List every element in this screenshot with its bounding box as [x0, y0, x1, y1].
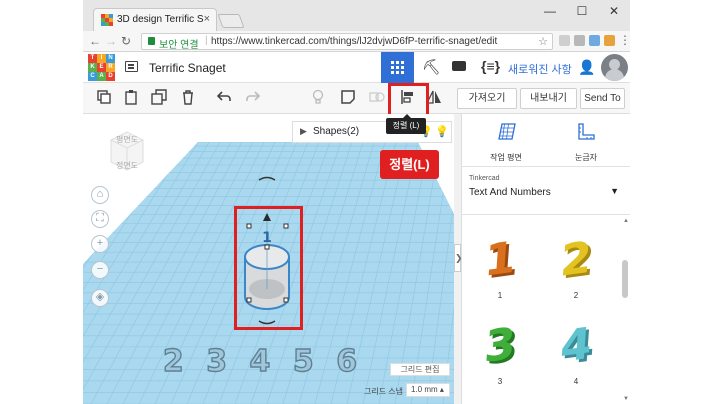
workplane-icon[interactable] [495, 121, 517, 143]
library-scrollbar[interactable] [621, 215, 629, 404]
secure-connection-label: 보안 연결 [159, 40, 199, 51]
omnibox[interactable]: 보안 연결 | https://www.tinkercad.com/things… [141, 33, 553, 51]
extension-icon[interactable] [604, 35, 615, 46]
extension-icon[interactable] [574, 35, 585, 46]
category-source-label: Tinkercad [469, 175, 500, 182]
shape-item-label: 2 [573, 291, 579, 300]
shape-item-label: 4 [573, 377, 579, 386]
shape-item-4[interactable]: 4 4 [546, 318, 606, 388]
back-arrow-icon[interactable]: ← [89, 34, 101, 48]
snap-grid-select[interactable]: 1.0 mm ▴ [406, 383, 450, 397]
extension-icon[interactable] [559, 35, 570, 46]
snap-grid-label: 그리드 스냅 [364, 387, 404, 396]
project-title[interactable]: Terrific Snaget [149, 61, 226, 75]
scroll-down-icon[interactable]: ▼ [623, 396, 629, 402]
workplane-label: 작업 평면 [490, 153, 522, 162]
viewcube-top-label: 평면도 [115, 135, 139, 144]
number-three-shape-icon: 3 [482, 318, 518, 373]
home-view-icon[interactable]: ⌂ [91, 186, 109, 204]
number-four-shape-icon: 4 [558, 318, 594, 373]
export-button[interactable]: 내보내기 [520, 88, 577, 109]
shape-item-label: 3 [497, 377, 503, 386]
bookmark-star-icon[interactable]: ☆ [538, 35, 548, 48]
category-name: Text And Numbers [469, 187, 551, 198]
close-window-button[interactable]: ✕ [608, 4, 620, 18]
3d-view-grid-icon[interactable] [381, 52, 414, 83]
show-bulb-icon[interactable]: 💡 [435, 125, 449, 138]
shape-item-1[interactable]: 1 1 [470, 232, 530, 302]
import-button[interactable]: 가져오기 [457, 88, 517, 109]
number-one-shape-icon: 1 [482, 232, 518, 287]
view-cube[interactable]: 평면도 정면도 [107, 128, 147, 172]
shape-item-3[interactable]: 3 3 [470, 318, 530, 388]
workplane-ruler-row: 작업 평면 눈금자 [462, 114, 630, 167]
forward-arrow-icon[interactable]: → [105, 34, 117, 48]
browser-titlebar: 3D design Terrific Snaget × — ☐ ✕ [83, 0, 630, 31]
app-header: T I N K E R C A D Terrific Snaget ⛏ {≡} … [83, 52, 630, 83]
new-tab-button[interactable] [217, 14, 245, 28]
ruler-label: 눈금자 [574, 153, 598, 162]
svg-text:2 3 4 5 6: 2 3 4 5 6 [163, 344, 363, 379]
shapes-panel[interactable]: ▶ Shapes(2) 💡 💡 [292, 121, 452, 143]
shapes-library-panel: 작업 평면 눈금자 Tinkercad Text And Numbers ▼ 1… [461, 114, 630, 404]
shapes-count-label: Shapes(2) [313, 126, 360, 137]
ruler-icon[interactable] [575, 121, 597, 143]
tinkercad-logo[interactable]: T I N K E R C A D [88, 54, 115, 81]
scroll-up-icon[interactable]: ▲ [623, 218, 629, 224]
pickaxe-minecraft-icon[interactable]: ⛏ [422, 58, 441, 76]
group-icon[interactable] [369, 89, 385, 105]
address-bar-row: ← → ↻ 보안 연결 | https://www.tinkercad.com/… [83, 31, 630, 52]
shape-note-icon[interactable] [340, 89, 356, 105]
screenshot-frame: 3D design Terrific Snaget × — ☐ ✕ ← → ↻ … [83, 0, 630, 404]
lego-brick-icon[interactable] [452, 61, 466, 71]
shape-item-label: 1 [497, 291, 503, 300]
align-callout-label: 정렬(L) [380, 150, 439, 179]
viewcube-front-label: 정면도 [115, 161, 139, 170]
undo-icon[interactable] [216, 89, 232, 105]
edit-grid-button[interactable]: 그리드 편집 [390, 363, 450, 376]
shape-item-2[interactable]: 2 2 [546, 232, 606, 302]
perspective-icon[interactable]: ◈ [91, 289, 109, 307]
chrome-menu-icon[interactable]: ⋮ [619, 33, 630, 47]
redo-icon[interactable] [245, 89, 261, 105]
shape-category-dropdown[interactable]: Tinkercad Text And Numbers ▼ [462, 167, 630, 215]
maximize-button[interactable]: ☐ [576, 4, 588, 18]
whats-new-link[interactable]: 새로워진 사항 [508, 61, 572, 77]
paste-icon[interactable] [123, 89, 139, 105]
minimize-button[interactable]: — [544, 4, 556, 18]
send-to-button[interactable]: Send To [580, 88, 625, 109]
add-user-icon[interactable]: 👤 [578, 59, 595, 76]
floor-numbers-outline: 2 3 4 5 6 [162, 343, 363, 379]
window-controls: — ☐ ✕ [544, 4, 620, 18]
tab-title: 3D design Terrific Snaget [117, 14, 203, 25]
extension-icon[interactable] [589, 35, 600, 46]
lock-icon [148, 37, 155, 45]
tab-close-icon[interactable]: × [204, 13, 210, 25]
dropdown-caret-icon: ▼ [610, 186, 619, 196]
number-two-shape-icon: 2 [558, 232, 594, 287]
url-separator: | [205, 35, 208, 46]
tinkercad-favicon-icon [101, 14, 113, 26]
zoom-out-icon[interactable]: − [91, 261, 109, 279]
browser-tab[interactable]: 3D design Terrific Snaget × [93, 8, 217, 31]
code-blocks-icon[interactable]: {≡} [481, 58, 500, 74]
reload-icon[interactable]: ↻ [121, 34, 131, 48]
light-bulb-icon[interactable] [310, 89, 326, 105]
design-menu-icon[interactable] [125, 61, 138, 72]
library-scroll-thumb[interactable] [622, 260, 628, 298]
selection-highlight-box [234, 206, 303, 330]
expand-chevron-icon[interactable]: ▶ [300, 126, 307, 137]
user-avatar[interactable] [601, 54, 628, 81]
align-tooltip: 정렬 (L) [386, 114, 426, 134]
delete-trash-icon[interactable] [180, 89, 196, 105]
collapse-panel-button[interactable]: ❯ [454, 244, 463, 272]
edit-toolbar: 가져오기 내보내기 Send To [83, 83, 630, 114]
url-text[interactable]: https://www.tinkercad.com/things/lJ2dvjw… [211, 36, 497, 47]
copy-icon[interactable] [96, 89, 112, 105]
fit-view-icon[interactable]: ⛶ [91, 210, 109, 228]
duplicate-icon[interactable] [151, 89, 167, 105]
zoom-in-icon[interactable]: + [91, 235, 109, 253]
